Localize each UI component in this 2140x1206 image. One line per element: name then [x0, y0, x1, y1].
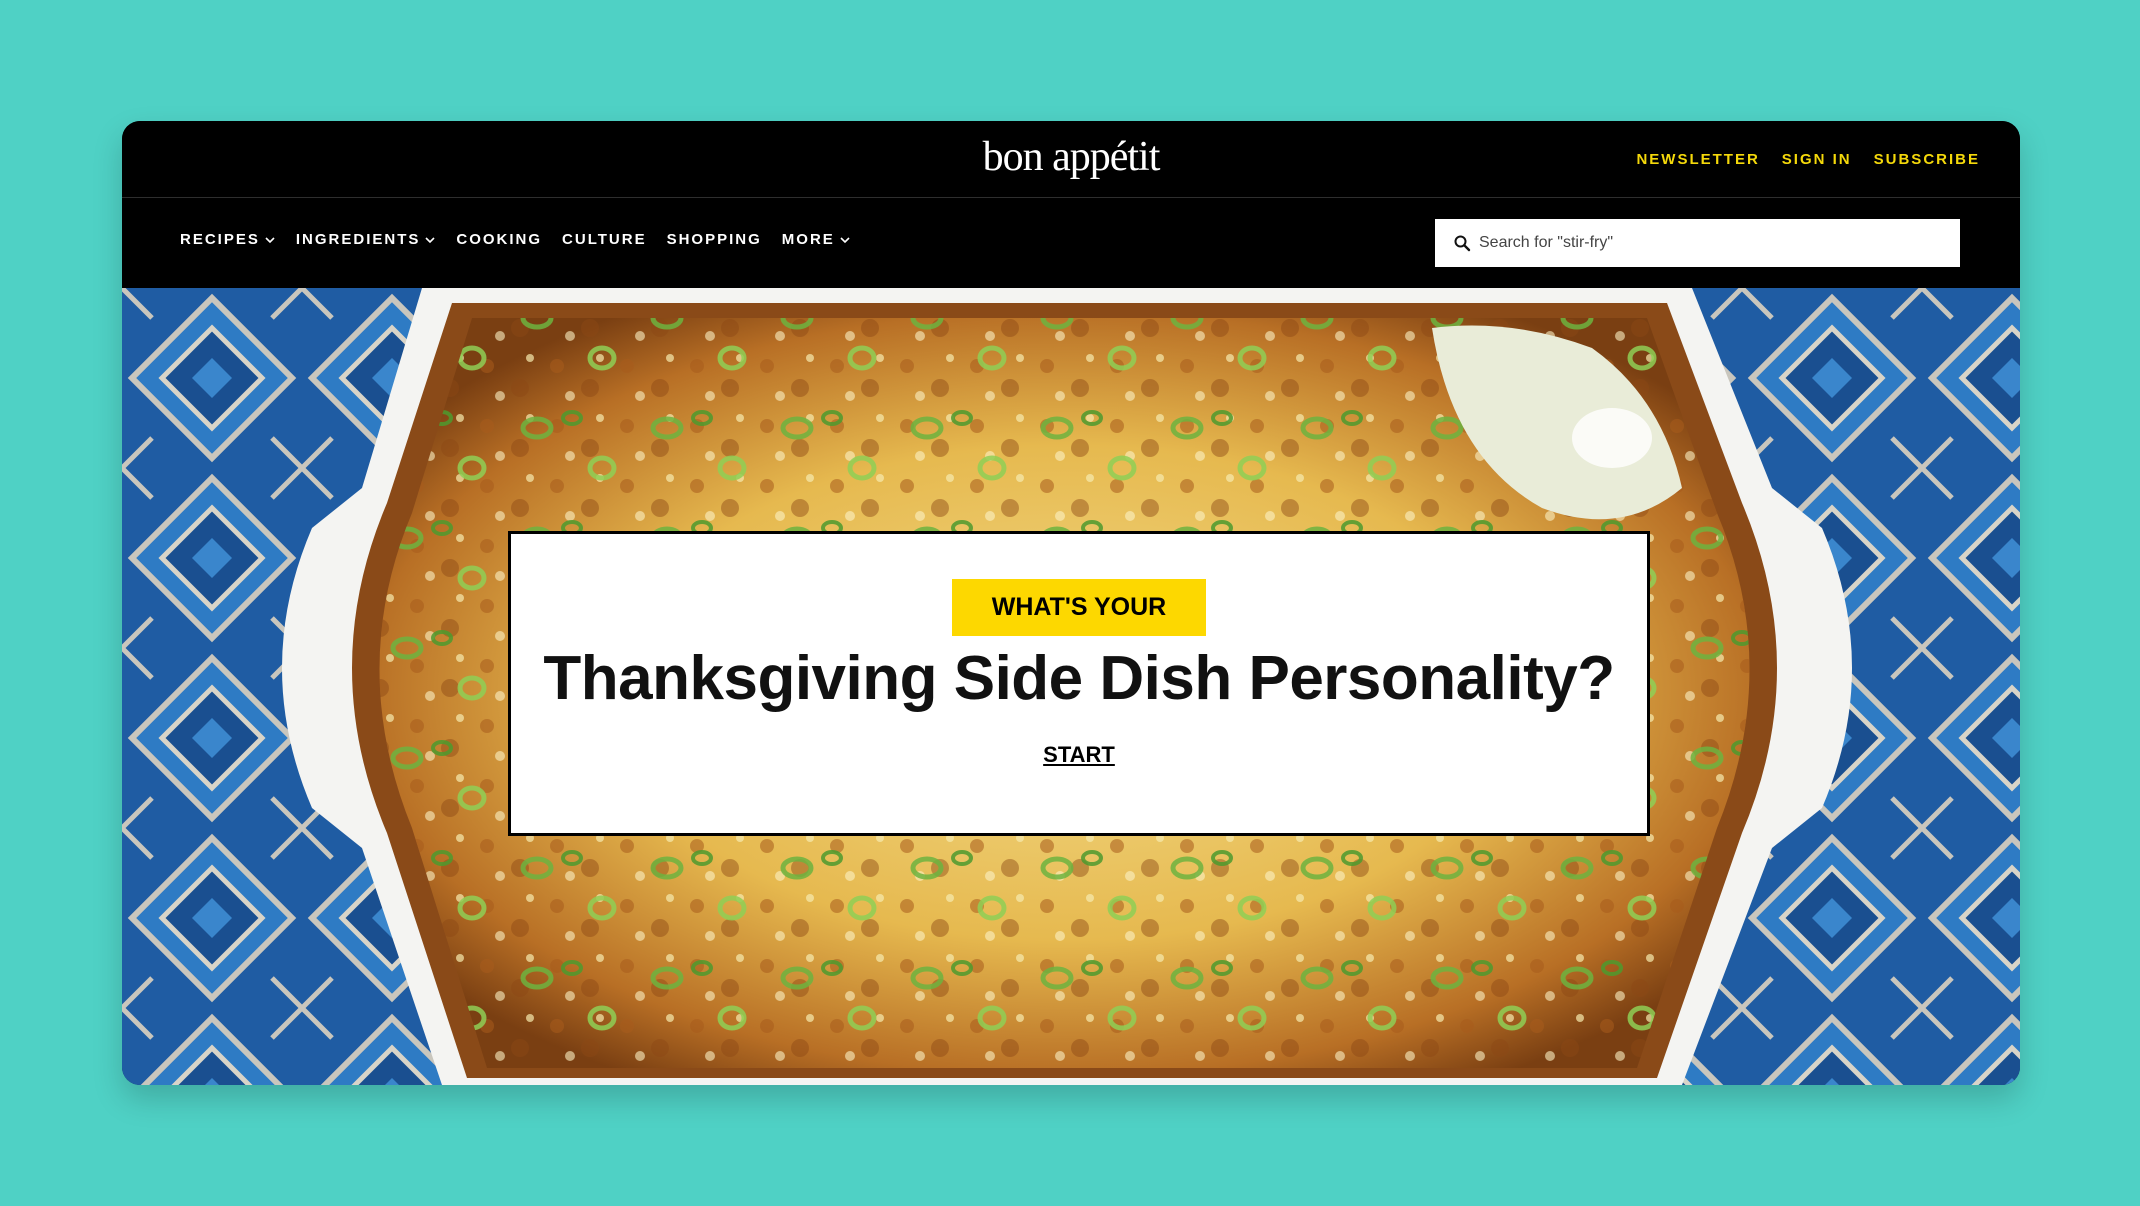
nav-item-cooking[interactable]: COOKING [456, 231, 542, 248]
main-nav: RECIPES INGREDIENTS COOKING CULTURE SHOP… [122, 198, 2020, 288]
nav-item-ingredients[interactable]: INGREDIENTS [296, 231, 437, 248]
nav-items: RECIPES INGREDIENTS COOKING CULTURE SHOP… [180, 231, 851, 248]
chevron-down-icon [425, 236, 435, 243]
hero-section: WHAT'S YOUR Thanksgiving Side Dish Perso… [122, 288, 2020, 1085]
chevron-down-icon [840, 236, 850, 243]
search-input[interactable] [1477, 233, 1941, 253]
nav-item-more[interactable]: MORE [782, 231, 851, 248]
top-bar: bon appétit NEWSLETTER SIGN IN SUBSCRIBE [122, 121, 2020, 198]
quiz-title: Thanksgiving Side Dish Personality? [543, 644, 1615, 713]
newsletter-link[interactable]: NEWSLETTER [1636, 151, 1759, 168]
quiz-kicker: WHAT'S YOUR [951, 579, 1207, 636]
search-icon [1454, 235, 1471, 252]
nav-item-recipes[interactable]: RECIPES [180, 231, 276, 248]
start-button[interactable]: START [1043, 742, 1115, 768]
nav-item-label: INGREDIENTS [295, 231, 421, 248]
chevron-down-icon [265, 236, 275, 243]
nav-item-label: MORE [781, 231, 835, 248]
browser-window: bon appétit NEWSLETTER SIGN IN SUBSCRIBE… [122, 121, 2020, 1085]
nav-item-culture[interactable]: CULTURE [562, 231, 647, 248]
nav-item-label: RECIPES [180, 231, 260, 248]
nav-item-label: CULTURE [562, 231, 647, 248]
account-links: NEWSLETTER SIGN IN SUBSCRIBE [1636, 151, 1980, 168]
subscribe-link[interactable]: SUBSCRIBE [1874, 151, 1980, 168]
quiz-card: WHAT'S YOUR Thanksgiving Side Dish Perso… [508, 531, 1650, 836]
nav-item-label: SHOPPING [666, 231, 762, 248]
sign-in-link[interactable]: SIGN IN [1782, 151, 1852, 168]
search-box[interactable] [1435, 219, 1960, 267]
nav-item-label: COOKING [456, 231, 543, 248]
nav-item-shopping[interactable]: SHOPPING [667, 231, 762, 248]
